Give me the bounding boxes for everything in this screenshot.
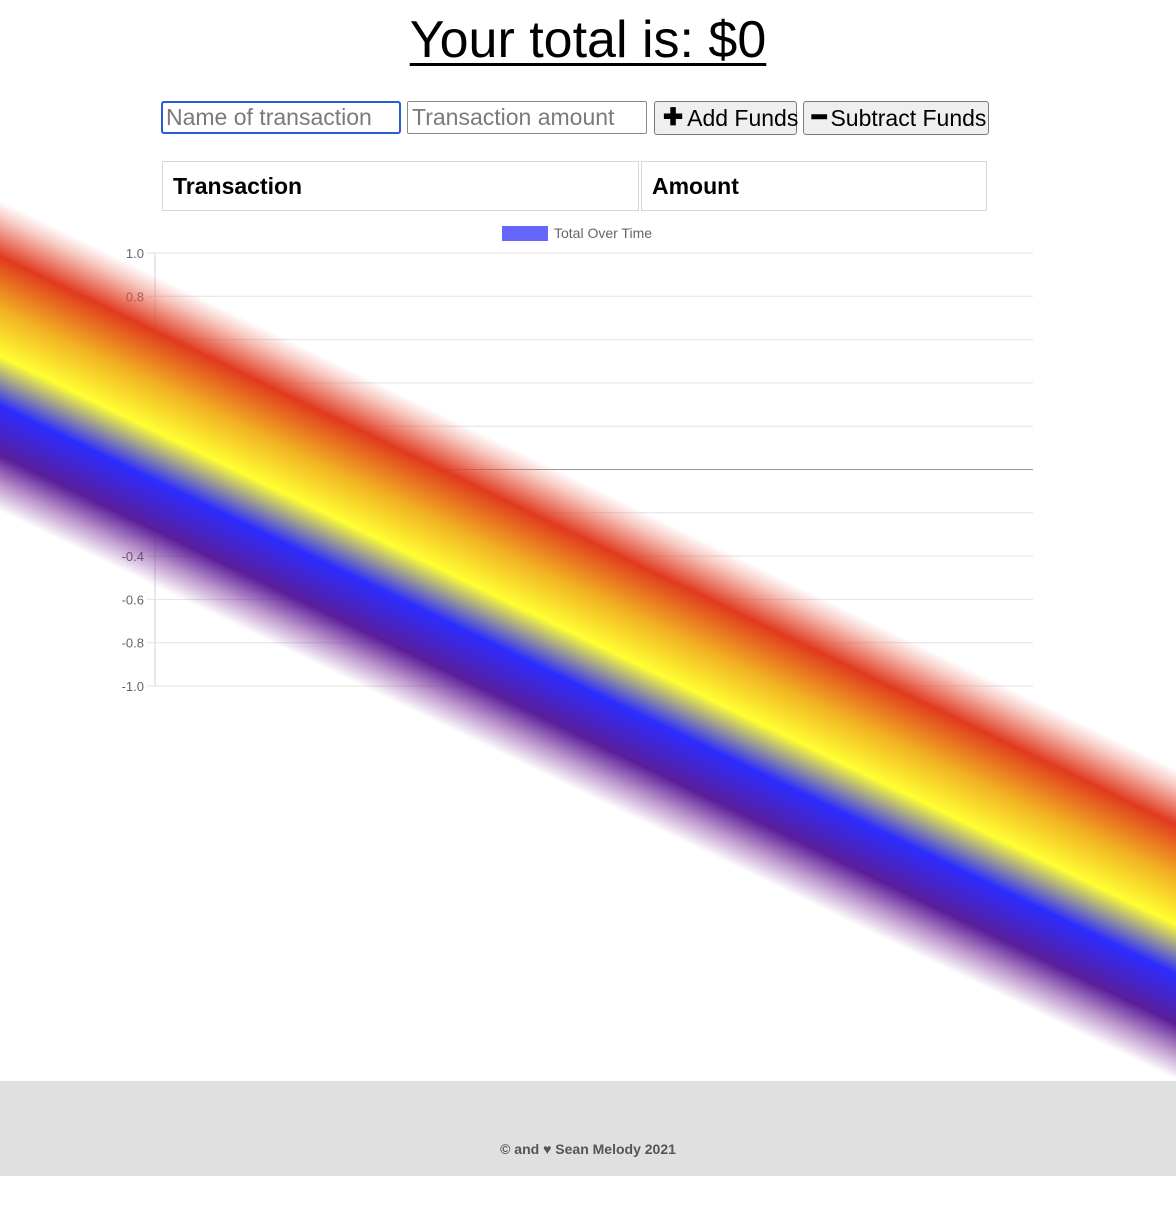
- footer-credit: © and ♥ Sean Melody 2021: [500, 1141, 676, 1157]
- transaction-name-input[interactable]: [161, 101, 401, 134]
- page-title: Your total is: $0: [409, 11, 767, 69]
- legend-swatch: [502, 226, 548, 241]
- y-tick-label: -0.8: [122, 636, 144, 651]
- y-tick-label: 0: [137, 463, 144, 478]
- table-header-transaction: Transaction: [162, 161, 639, 211]
- y-tick-label: 0.6: [126, 333, 144, 348]
- y-tick-label: 0.2: [126, 419, 144, 434]
- add-funds-label: Add Funds: [687, 104, 799, 131]
- subtract-funds-label: Subtract Funds: [830, 104, 987, 131]
- add-funds-button[interactable]: ✚ Add Funds: [654, 101, 799, 135]
- minus-icon: ━: [812, 104, 827, 131]
- y-tick-label: -0.4: [122, 549, 144, 564]
- total-over-time-chart: Total Over Time 1.0 0.8 0.6 0.4 0.2 0 -0.2 -0.4 -…: [122, 225, 1033, 694]
- y-tick-label: -0.2: [122, 506, 144, 521]
- table-header-amount: Amount: [641, 161, 987, 211]
- footer: © and ♥ Sean Melody 2021: [0, 1081, 1176, 1176]
- subtract-funds-button[interactable]: ━ Subtract Funds: [803, 101, 989, 135]
- legend-label: Total Over Time: [554, 225, 652, 241]
- y-tick-label: 0.4: [126, 376, 144, 391]
- y-tick-label: -1.0: [122, 679, 144, 694]
- plus-icon: ✚: [663, 104, 684, 131]
- y-tick-label: -0.6: [122, 592, 144, 607]
- y-tick-label: 1.0: [126, 246, 144, 261]
- y-tick-label: 0.8: [126, 289, 144, 304]
- transaction-amount-input[interactable]: [407, 101, 647, 134]
